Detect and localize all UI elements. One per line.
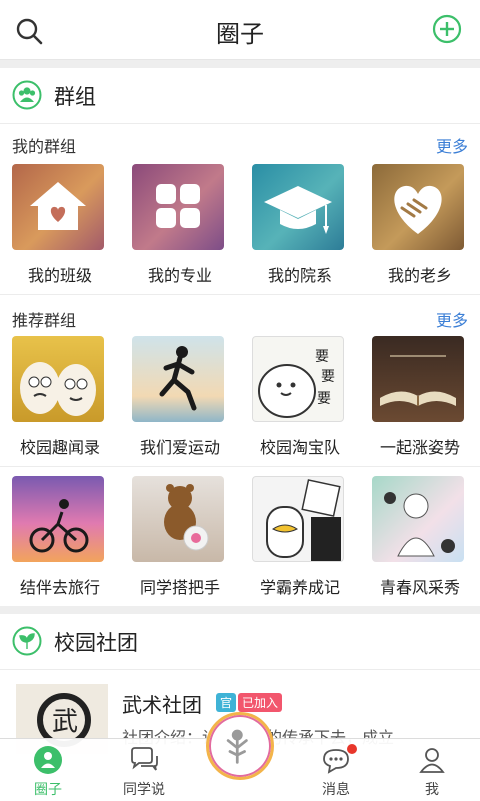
- my-groups-more-link[interactable]: 更多: [436, 133, 468, 157]
- cartoon-duck-image: [252, 476, 344, 562]
- group-item-label: 结伴去旅行: [19, 578, 100, 597]
- tab-label: 消息: [322, 782, 350, 798]
- group-item-my-major[interactable]: 我的专业: [120, 164, 240, 294]
- eggs-image: [12, 336, 104, 422]
- recommended-group-item[interactable]: 结伴去旅行: [0, 476, 120, 606]
- svg-text:要: 要: [317, 391, 331, 407]
- svg-text:要: 要: [321, 369, 335, 385]
- section-gap: [0, 60, 480, 68]
- clubs-section-title: 校园社团: [54, 631, 138, 655]
- joined-badge: 已加入: [238, 693, 283, 712]
- group-item-label: 同学搭把手: [139, 578, 220, 597]
- book-image: [372, 336, 464, 422]
- group-item-label: 青春风采秀: [379, 578, 460, 597]
- group-item-label: 学霸养成记: [259, 578, 340, 597]
- recommended-group-item[interactable]: 青春风采秀: [360, 476, 480, 606]
- recommended-group-item[interactable]: 同学搭把手: [120, 476, 240, 606]
- cyclist-image: [12, 476, 104, 562]
- tab-circles[interactable]: 圈子: [0, 739, 96, 801]
- runner-image: [132, 336, 224, 422]
- grid-icon: [132, 164, 224, 250]
- recommended-groups-label: 推荐群组: [12, 311, 77, 330]
- groups-section-title: 群组: [54, 85, 96, 109]
- recommended-groups-more-link[interactable]: 更多: [436, 307, 468, 331]
- circle-people-icon: [34, 746, 62, 774]
- graduation-cap-icon: [252, 164, 344, 250]
- tab-classmates-say[interactable]: 同学说: [96, 739, 192, 801]
- notification-dot: [347, 744, 357, 754]
- recommended-groups-header: 推荐群组 更多: [0, 298, 480, 338]
- tab-label: 圈子: [34, 782, 62, 798]
- group-item-my-department[interactable]: 我的院系: [240, 164, 360, 294]
- group-item-my-hometown[interactable]: 我的老乡: [360, 164, 480, 294]
- group-item-label: 校园淘宝队: [259, 438, 340, 457]
- cartoon-bird-image: 要 要 要: [252, 336, 344, 422]
- recommended-group-item[interactable]: 校园趣闻录: [0, 336, 120, 466]
- tab-center-button[interactable]: [206, 712, 274, 780]
- divider: [0, 294, 480, 295]
- recommended-group-item[interactable]: 学霸养成记: [240, 476, 360, 606]
- illustration-image: [372, 476, 464, 562]
- club-name: 武术社团: [122, 693, 202, 717]
- house-heart-icon: [12, 164, 104, 250]
- group-item-label: 我的老乡: [387, 266, 452, 285]
- group-item-label: 我的院系: [267, 266, 332, 285]
- recommended-group-item[interactable]: 要 要 要 校园淘宝队: [240, 336, 360, 466]
- tab-me[interactable]: 我: [384, 739, 480, 801]
- group-item-label: 我的班级: [27, 266, 92, 285]
- handshake-heart-icon: [372, 164, 464, 250]
- svg-text:武: 武: [52, 707, 78, 737]
- group-item-label: 一起涨姿势: [379, 438, 460, 457]
- groups-section-header: 群组: [0, 68, 480, 124]
- teddy-bears-image: [132, 476, 224, 562]
- section-gap: [0, 606, 480, 614]
- official-badge: 官: [216, 693, 237, 712]
- tree-person-icon: [226, 729, 248, 764]
- group-item-my-class[interactable]: 我的班级: [0, 164, 120, 294]
- tab-label: 同学说: [123, 782, 165, 798]
- group-item-label: 校园趣闻录: [19, 438, 100, 457]
- people-icon: [12, 80, 42, 110]
- group-item-label: 我们爱运动: [139, 438, 220, 457]
- add-circle-icon[interactable]: [432, 14, 462, 44]
- my-groups-label: 我的群组: [12, 137, 77, 156]
- page-title: 圈子: [216, 20, 264, 48]
- clubs-section-header: 校园社团: [0, 614, 480, 670]
- recommended-group-item[interactable]: 一起涨姿势: [360, 336, 480, 466]
- top-bar: 圈子: [0, 0, 480, 60]
- group-item-label: 我的专业: [147, 266, 212, 285]
- my-groups-header: 我的群组 更多: [0, 124, 480, 164]
- divider: [0, 466, 480, 467]
- chat-bubbles-icon: [131, 747, 158, 771]
- leaf-icon: [12, 626, 42, 656]
- person-icon: [419, 748, 445, 773]
- tab-label: 我: [425, 782, 439, 798]
- recommended-group-item[interactable]: 我们爱运动: [120, 336, 240, 466]
- svg-text:要: 要: [315, 349, 329, 365]
- tab-messages[interactable]: 消息: [288, 739, 384, 801]
